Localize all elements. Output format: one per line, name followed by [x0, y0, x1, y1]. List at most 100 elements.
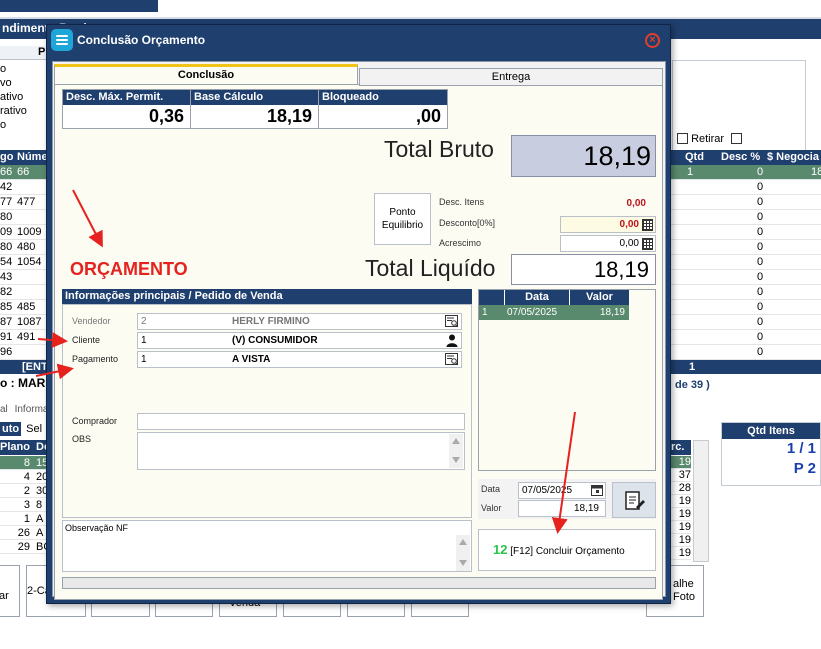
desc-itens-value: 0,00	[626, 198, 646, 209]
table-row[interactable]: 4 20	[0, 470, 48, 484]
valor-input[interactable]: 18,19	[518, 500, 606, 517]
vendedor-field[interactable]: 2 HERLY FIRMINO	[137, 313, 462, 330]
table-row[interactable]: 0	[671, 195, 821, 210]
obs-scrollbar[interactable]	[449, 434, 463, 468]
table-row[interactable]: 29 BO	[0, 540, 52, 554]
left-filter-list: o vo ativo rativo o	[0, 62, 48, 132]
table-row[interactable]: 19	[671, 521, 691, 534]
parcelas-header-valor: Valor	[569, 290, 629, 305]
tab-produto[interactable]: uto	[0, 422, 22, 436]
tab-geral[interactable]: al	[0, 404, 8, 415]
desconto-field[interactable]: 0,00	[560, 216, 656, 233]
filter-item[interactable]: rativo	[0, 104, 48, 118]
pagamento-field[interactable]: 1 A VISTA	[137, 351, 462, 368]
table-row[interactable]: 37	[671, 469, 691, 482]
table-row[interactable]: 0	[671, 300, 821, 315]
filter-item[interactable]: vo	[0, 76, 48, 90]
close-icon[interactable]: ×	[645, 33, 660, 48]
scroll-down-icon[interactable]	[452, 457, 460, 463]
table-row[interactable]: 0	[671, 225, 821, 240]
table-row[interactable]: 0	[671, 285, 821, 300]
scroll-up-icon[interactable]	[459, 539, 467, 545]
table-row[interactable]: 19	[671, 508, 691, 521]
table-row[interactable]: 09 1009	[0, 225, 48, 240]
tab-selecao[interactable]: Sel	[24, 422, 44, 436]
table-row[interactable]: 82	[0, 285, 48, 300]
table-row[interactable]: 0	[671, 255, 821, 270]
table-row[interactable]: 43	[0, 270, 48, 285]
table-row[interactable]: 1A	[0, 512, 48, 526]
person-icon[interactable]	[445, 334, 459, 347]
checkbox[interactable]	[731, 133, 743, 144]
checkbox[interactable]	[677, 133, 688, 144]
table-row[interactable]: 54 1054	[0, 255, 48, 270]
filter-item[interactable]: o	[0, 118, 48, 132]
edit-note-button[interactable]	[612, 482, 656, 518]
table-row[interactable]: 87 1087	[0, 315, 48, 330]
table-row[interactable]: 1 0 18	[671, 165, 821, 180]
table-row[interactable]: 8 15	[0, 456, 48, 470]
table-row[interactable]: 0	[671, 345, 821, 360]
table-row[interactable]: 2 30	[0, 484, 48, 498]
acrescimo-field[interactable]: 0,00	[560, 235, 656, 252]
table-row[interactable]: 0	[671, 210, 821, 225]
table-row[interactable]: 0	[671, 180, 821, 195]
filter-item[interactable]: ativo	[0, 90, 48, 104]
table-row[interactable]: 77 477	[0, 195, 48, 210]
rc-body: 19 37 28 19 19 19 19 19	[671, 456, 691, 560]
tab-conclusao[interactable]: Conclusão	[54, 64, 358, 84]
comprador-field[interactable]	[137, 413, 465, 430]
rc-scrollbar[interactable]	[693, 440, 709, 562]
retirar-option[interactable]: Retirar	[677, 133, 743, 145]
table-row[interactable]: 19	[671, 495, 691, 508]
obsnf-scrollbar[interactable]	[456, 535, 470, 571]
totals-row-left: [ENT	[0, 360, 48, 374]
desc-max-col: Desc. Máx. Permit. 0,36	[63, 90, 191, 128]
table-row[interactable]: 0	[671, 315, 821, 330]
table-row[interactable]: 19	[671, 534, 691, 547]
concluir-orcamento-button[interactable]: 12 [F12] Concluir Orçamento	[478, 529, 656, 571]
tab-entrega[interactable]: Entrega	[359, 68, 663, 86]
scroll-down-icon[interactable]	[459, 560, 467, 566]
calculator-icon[interactable]	[642, 219, 653, 231]
table-row[interactable]: 66 66	[0, 165, 48, 180]
pagamento-label: Pagamento	[72, 354, 119, 364]
filter-item[interactable]: o	[0, 62, 48, 76]
obs-textarea[interactable]	[137, 432, 465, 470]
left-grid-body: 66 66 42 77 477 80 09 1009 80 480 54 1054 43 82 85 485 8…	[0, 165, 48, 360]
table-row[interactable]: 0	[671, 330, 821, 345]
orcamento-annotation: ORÇAMENTO	[70, 259, 188, 279]
table-row[interactable]: 85 485	[0, 300, 48, 315]
data-label: Data	[481, 484, 501, 494]
table-row[interactable]: 80	[0, 210, 48, 225]
totals-row-right: 1	[671, 360, 821, 374]
cliente-field[interactable]: 1 (V) CONSUMIDOR	[137, 332, 462, 349]
calendar-icon[interactable]	[591, 484, 603, 496]
table-row[interactable]: 80 480	[0, 240, 48, 255]
table-row[interactable]: 26 A	[0, 526, 48, 540]
data-input[interactable]: 07/05/2025	[518, 482, 606, 499]
observacao-nf-textarea[interactable]: Observação NF	[62, 520, 472, 572]
table-row[interactable]: 38	[0, 498, 48, 512]
observacao-nf-label: Observação NF	[65, 523, 129, 533]
table-row[interactable]: 42	[0, 180, 48, 195]
parcela-row[interactable]: 1 07/05/2025 18,19	[479, 305, 629, 320]
table-row[interactable]: 0	[671, 270, 821, 285]
search-list-icon[interactable]	[445, 353, 459, 366]
ponto-equilibrio-button[interactable]: Ponto Equilibrio	[374, 193, 431, 245]
bottom-button[interactable]: ar	[0, 565, 20, 617]
calculator-icon[interactable]	[642, 238, 653, 250]
table-row[interactable]: 96	[0, 345, 48, 360]
scroll-up-icon[interactable]	[452, 438, 460, 444]
progress-bar	[62, 577, 656, 589]
discount-table: Desc. Máx. Permit. 0,36 Base Cálculo 18,…	[62, 89, 448, 129]
search-list-icon[interactable]	[445, 315, 459, 328]
total-bruto-label: Total Bruto	[384, 136, 494, 162]
table-row[interactable]: 19	[671, 547, 691, 560]
table-row[interactable]: 19	[671, 456, 691, 469]
table-row[interactable]: 91 491	[0, 330, 48, 345]
obs-label: OBS	[72, 434, 92, 444]
table-row[interactable]: 28	[671, 482, 691, 495]
table-row[interactable]: 0	[671, 240, 821, 255]
tab-informacoes[interactable]: Informa	[15, 404, 49, 415]
